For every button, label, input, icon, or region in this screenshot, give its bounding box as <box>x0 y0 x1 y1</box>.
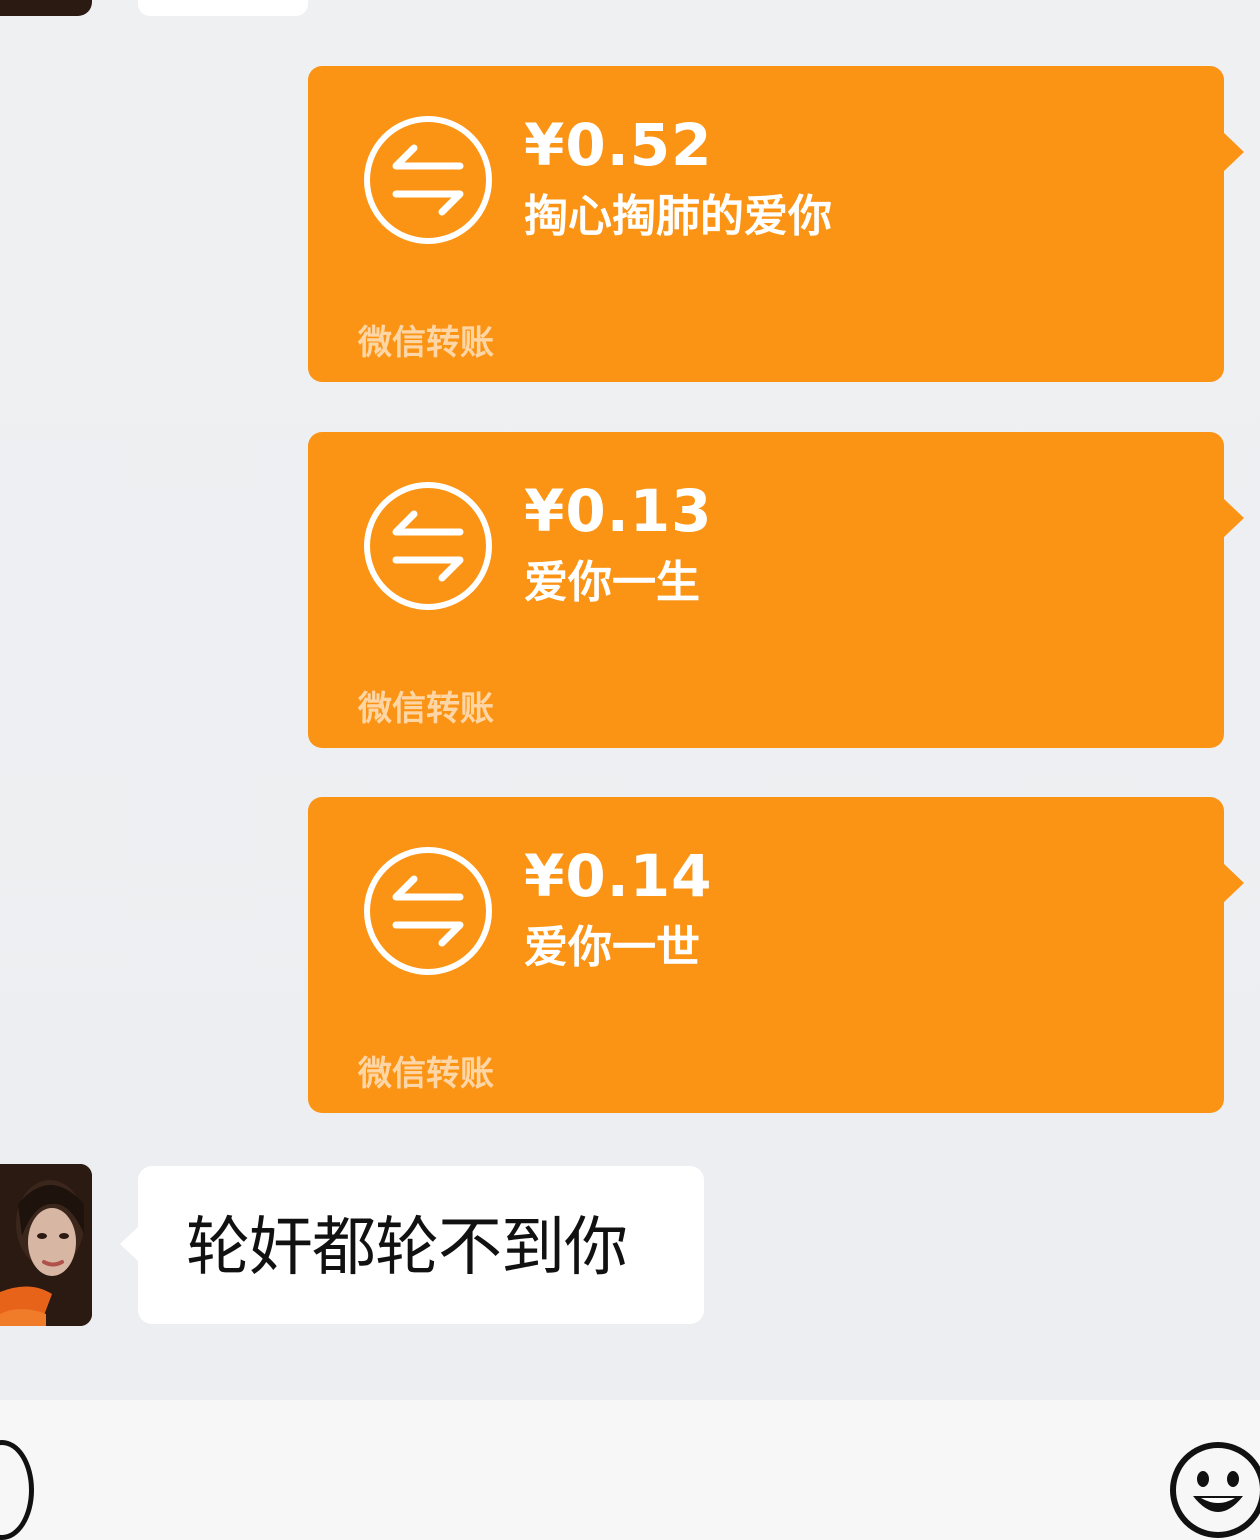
transfer-label: 微信转账 <box>358 1054 494 1094</box>
chat-input-bar <box>0 1400 1260 1540</box>
user-avatar[interactable] <box>0 1164 92 1326</box>
smiley-face-icon[interactable] <box>1166 1436 1260 1540</box>
chat-message-area: ¥0.52 掏心掏肺的爱你 微信转账 ¥0.13 爱你一生 微信转账 ¥0.14… <box>0 0 1260 1400</box>
transfer-amount: ¥0.14 <box>524 842 713 910</box>
incoming-message-bubble[interactable]: 轮奸都轮不到你 <box>120 1166 704 1324</box>
transfer-amount: ¥0.13 <box>524 477 713 545</box>
incoming-message-text: 轮奸都轮不到你 <box>186 1211 628 1285</box>
previous-avatar[interactable] <box>0 0 92 16</box>
transfer-card[interactable]: ¥0.13 爱你一生 微信转账 <box>308 432 1244 748</box>
transfer-card[interactable]: ¥0.14 爱你一世 微信转账 <box>308 797 1244 1113</box>
transfer-label: 微信转账 <box>358 323 494 363</box>
transfer-arrows-icon <box>364 847 492 975</box>
transfer-label: 微信转账 <box>358 689 494 729</box>
transfer-arrows-icon <box>364 116 492 244</box>
transfer-note: 掏心掏肺的爱你 <box>524 191 832 242</box>
avatar-portrait <box>0 1164 92 1326</box>
transfer-note: 爱你一生 <box>524 557 700 608</box>
transfer-arrows-icon <box>364 482 492 610</box>
transfer-note: 爱你一世 <box>524 922 700 973</box>
transfer-card[interactable]: ¥0.52 掏心掏肺的爱你 微信转账 <box>308 66 1244 382</box>
previous-message-bubble[interactable] <box>138 0 308 16</box>
transfer-amount: ¥0.52 <box>524 111 713 179</box>
